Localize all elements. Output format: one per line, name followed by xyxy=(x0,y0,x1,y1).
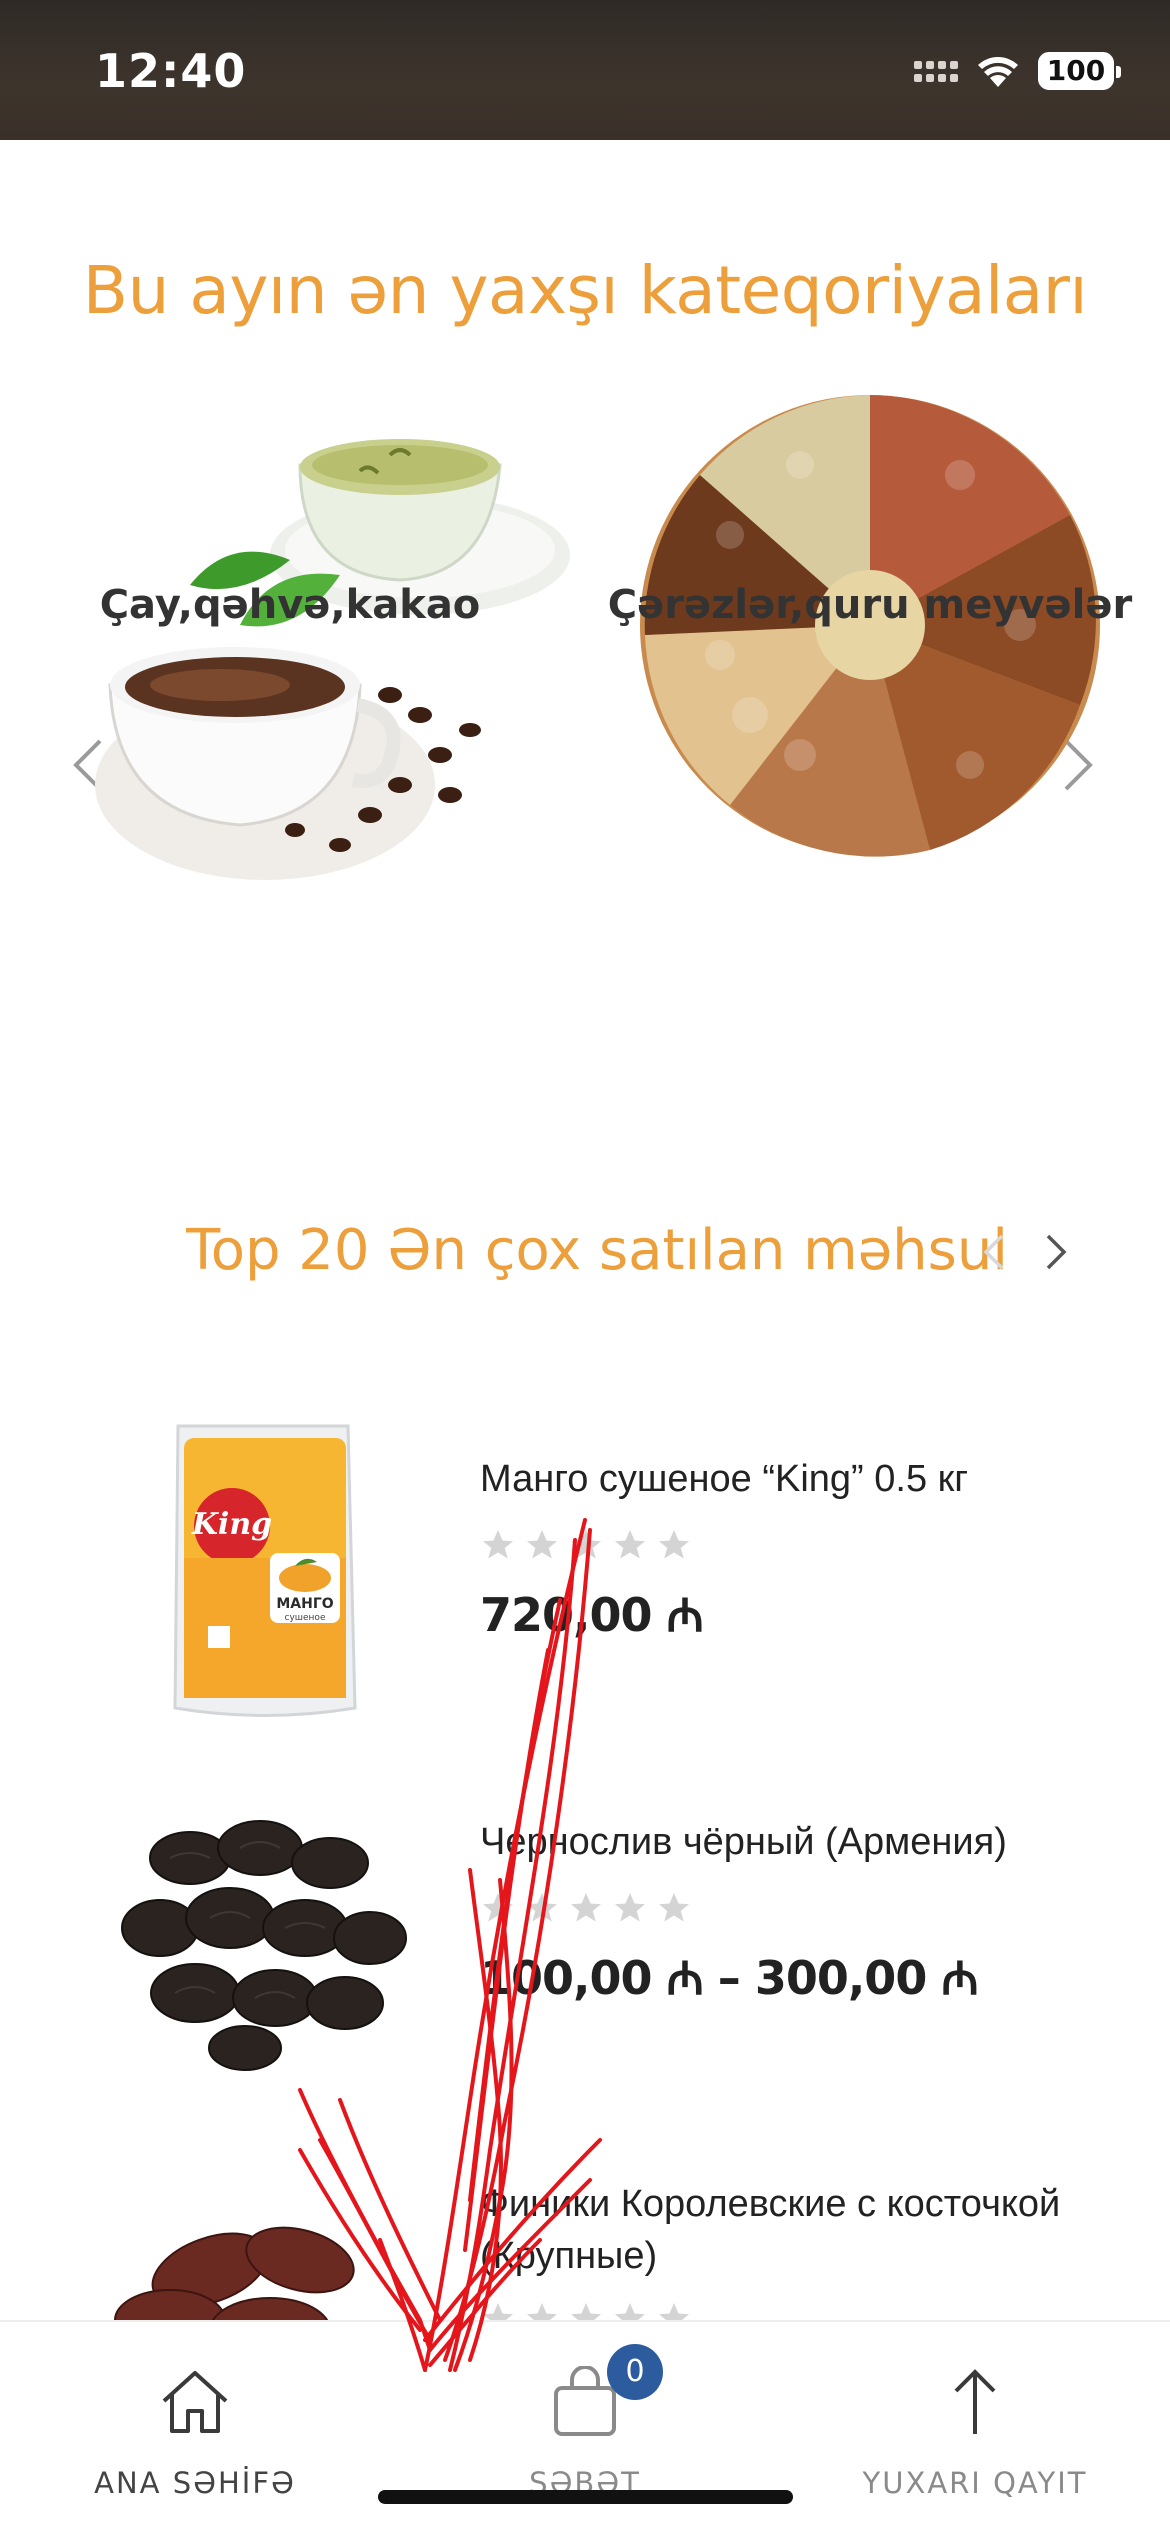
product-info: Манго сушеное “King” 0.5 кг 720,00 ₼ xyxy=(480,1453,1100,1645)
category-card-tea-coffee[interactable] xyxy=(90,385,590,910)
star-icon xyxy=(615,2303,645,2320)
product-name[interactable]: Манго сушеное “King” 0.5 кг xyxy=(480,1453,1100,1505)
category-label-tea-coffee[interactable]: Çay,qəhvə,kakao xyxy=(10,580,570,630)
nav-back-to-top[interactable]: YUXARI QAYIT xyxy=(815,2362,1135,2500)
star-icon xyxy=(615,1893,645,1922)
rating-stars xyxy=(480,2300,1100,2320)
product-info: Финики Королевские с косточкой (Крупные) xyxy=(480,2178,1100,2320)
star-icon xyxy=(527,1530,557,1559)
star-icon xyxy=(571,2303,601,2320)
product-info: Чернослив чёрный (Армения) 100,00 ₼ – 30… xyxy=(480,1816,1100,2008)
star-icon xyxy=(483,1893,513,1922)
category-card-nuts[interactable] xyxy=(630,385,1130,910)
home-indicator xyxy=(378,2490,793,2504)
nav-home-label: ANA SƏHİFƏ xyxy=(94,2466,296,2500)
top-products-heading: Top 20 Ən çox satılan məhsullar xyxy=(186,1218,1006,1283)
star-icon xyxy=(659,1530,689,1559)
chevron-right-icon[interactable] xyxy=(1042,1232,1070,1272)
product-item[interactable]: King МАНГО сушеное Манго сушеное “King” … xyxy=(100,1408,1100,1738)
cellular-signal-icon xyxy=(914,60,958,82)
battery-icon: 100 xyxy=(1038,52,1121,90)
status-icons: 100 xyxy=(914,52,1121,90)
rating-stars xyxy=(480,1527,1100,1563)
product-name[interactable]: Чернослив чёрный (Армения) xyxy=(480,1816,1100,1868)
categories-heading: Bu ayın ən yaxşı kateqoriyaları xyxy=(82,252,1088,329)
nav-back-to-top-label: YUXARI QAYIT xyxy=(862,2466,1088,2500)
star-icon xyxy=(483,2303,513,2320)
product-image-dates[interactable] xyxy=(100,2150,420,2320)
star-icon xyxy=(659,2303,689,2320)
star-icon xyxy=(571,1530,601,1559)
arrow-up-icon xyxy=(815,2362,1135,2442)
tea-coffee-image xyxy=(95,439,570,880)
product-price: 720,00 ₼ xyxy=(480,1588,704,1642)
star-icon xyxy=(527,2303,557,2320)
category-label-nuts[interactable]: Çərəzlər,quru meyvələr xyxy=(590,580,1150,630)
rating-stars xyxy=(480,1890,1100,1926)
wifi-icon xyxy=(978,57,1018,87)
product-name[interactable]: Финики Королевские с косточкой (Крупные) xyxy=(480,2178,1100,2282)
star-icon xyxy=(483,1530,513,1559)
cart-count-badge: 0 xyxy=(607,2344,663,2400)
star-icon xyxy=(527,1893,557,1922)
shopping-bag-icon: 0 xyxy=(425,2344,745,2442)
nuts-image xyxy=(640,395,1100,857)
home-icon xyxy=(35,2362,355,2442)
svg-text:King: King xyxy=(191,1507,272,1542)
nav-cart[interactable]: 0 SƏBƏT xyxy=(425,2344,745,2500)
svg-text:МАНГО: МАНГО xyxy=(276,1596,333,1612)
star-icon xyxy=(659,1893,689,1922)
svg-text:сушеное: сушеное xyxy=(285,1613,326,1623)
top-products-nav xyxy=(980,1232,1070,1272)
product-image-prunes[interactable] xyxy=(100,1768,420,2088)
product-price: 100,00 ₼ – 300,00 ₼ xyxy=(480,1951,979,2005)
nav-home[interactable]: ANA SƏHİFƏ xyxy=(35,2362,355,2500)
product-image-mango[interactable]: King МАНГО сушеное xyxy=(100,1408,420,1728)
status-bar: 12:40 100 xyxy=(0,0,1170,140)
chevron-left-icon[interactable] xyxy=(980,1232,1008,1272)
product-item[interactable]: Финики Королевские с косточкой (Крупные) xyxy=(100,2150,1100,2320)
status-time: 12:40 xyxy=(95,44,247,98)
star-icon xyxy=(615,1530,645,1559)
product-item[interactable]: Чернослив чёрный (Армения) 100,00 ₼ – 30… xyxy=(100,1768,1100,2098)
star-icon xyxy=(571,1893,601,1922)
